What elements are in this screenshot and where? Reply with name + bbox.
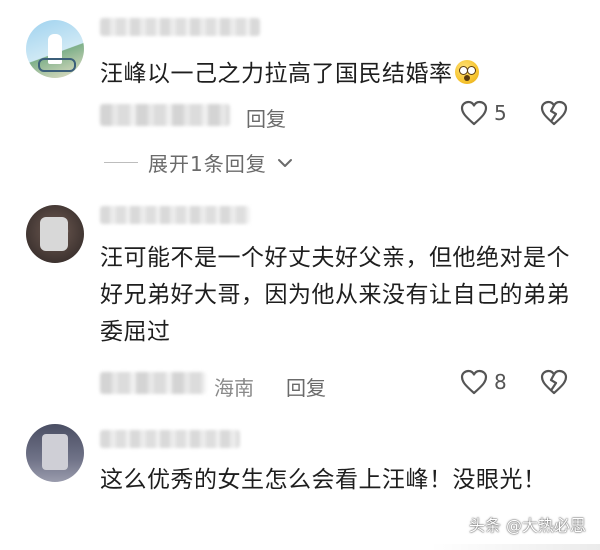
heart-outline-icon	[460, 100, 488, 126]
expand-replies-label: 展开1条回复	[148, 152, 267, 176]
timestamp-blurred	[100, 104, 230, 126]
avatar[interactable]	[26, 205, 84, 263]
broken-heart-icon[interactable]	[540, 100, 568, 126]
like-count: 8	[494, 370, 507, 394]
avatar[interactable]	[26, 20, 84, 78]
astonished-face-emoji-icon	[454, 60, 479, 84]
username-blurred[interactable]	[100, 206, 250, 224]
avatar[interactable]	[26, 424, 84, 482]
bottom-fade	[430, 544, 600, 550]
comment-text: 汪峰以一己之力拉高了国民结婚率	[100, 56, 570, 93]
username-blurred[interactable]	[100, 430, 240, 448]
location-label: 海南	[214, 376, 254, 400]
broken-heart-icon[interactable]	[540, 369, 568, 395]
like-count: 5	[494, 101, 507, 125]
heart-outline-icon	[460, 369, 488, 395]
chevron-down-icon	[277, 158, 292, 167]
expand-replies-button[interactable]: 展开1条回复	[104, 148, 293, 177]
watermark: 头条 @大热必思	[468, 516, 586, 535]
comment-text: 这么优秀的女生怎么会看上汪峰！没眼光！	[100, 467, 547, 493]
like-button[interactable]: 5	[460, 100, 507, 126]
comment-text: 汪可能不是一个好丈夫好父亲，但他绝对是个好兄弟好大哥，因为他从来没有让自己的弟弟…	[100, 245, 570, 345]
comment-text-content: 汪峰以一己之力拉高了国民结婚率	[100, 61, 453, 87]
reply-button[interactable]: 回复	[286, 372, 326, 401]
reply-button[interactable]: 回复	[246, 103, 286, 132]
timestamp-blurred	[100, 372, 206, 394]
like-button[interactable]: 8	[460, 369, 507, 395]
username-blurred[interactable]	[100, 18, 260, 36]
divider	[104, 162, 138, 163]
